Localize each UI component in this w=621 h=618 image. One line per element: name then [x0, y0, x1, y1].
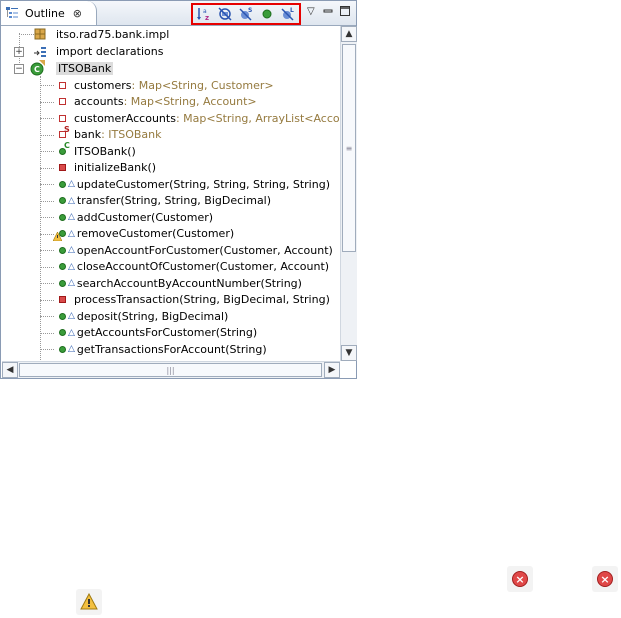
public-method-icon — [54, 242, 70, 258]
private-field-icon — [54, 94, 70, 110]
member-name: closeAccountOfCustomer(Customer, Account… — [76, 260, 330, 273]
public-method-icon — [53, 226, 70, 242]
tree-item-member[interactable]: accounts : Map<String, Account> — [54, 94, 257, 110]
member-name: initializeBank() — [74, 161, 157, 174]
member-name: processTransaction(String, BigDecimal, S… — [74, 293, 330, 306]
svg-text:C: C — [34, 65, 40, 74]
svg-text:z: z — [205, 14, 209, 22]
hide-fields-icon[interactable] — [217, 6, 233, 22]
tree-item-class[interactable]: C ITSOBank — [28, 60, 114, 76]
warning-overlay-icon — [53, 231, 62, 241]
outline-toolbar: a z S L — [191, 3, 301, 25]
outline-icon — [6, 7, 18, 18]
member-name: customerAccounts — [74, 111, 176, 125]
tree-item-member[interactable]: △ getAccountsForCustomer(String) — [54, 325, 257, 341]
member-name: transfer(String, String, BigDecimal) — [76, 194, 272, 207]
member-type: : Map<String, Customer> — [131, 78, 274, 92]
view-titlebar: Outline ⊗ a z S L ▽ — [1, 1, 356, 26]
close-icon[interactable]: ⊗ — [73, 7, 82, 20]
member-name: openAccountForCustomer(Customer, Account… — [76, 243, 333, 257]
hide-non-public-icon[interactable] — [259, 6, 275, 22]
public-method-icon — [54, 325, 70, 341]
tree-item-imports[interactable]: import declarations — [32, 43, 163, 59]
vertical-scroll-thumb[interactable]: ≡ — [342, 44, 356, 252]
private-method-icon — [54, 292, 70, 308]
svg-text:L: L — [290, 7, 294, 14]
outline-view: Outline ⊗ a z S L ▽ itso.rad75.bank.impl… — [0, 0, 357, 379]
tree-item-member[interactable]: △ closeAccountOfCustomer(Customer, Accoun… — [54, 259, 329, 275]
tab-outline[interactable]: Outline ⊗ — [1, 1, 97, 25]
class-icon: C — [30, 60, 45, 76]
public-method-icon — [54, 193, 70, 209]
tab-label: Outline — [25, 6, 65, 20]
public-method-icon — [54, 275, 70, 291]
class-label: ITSOBank — [56, 61, 114, 75]
outline-tree: itso.rad75.bank.impl + import declaratio… — [2, 26, 340, 361]
member-name: getTransactionsForAccount(String) — [76, 342, 267, 356]
member-type: : ITSOBank — [101, 128, 162, 141]
member-name: ITSOBank() — [74, 144, 136, 158]
error-icon: × — [597, 571, 613, 587]
tree-item-member[interactable]: △ updateCustomer(String, String, String, … — [54, 176, 330, 192]
member-name: addCustomer(Customer) — [76, 210, 214, 224]
member-type: : Map<String, Account> — [123, 95, 257, 108]
tree-item-member[interactable]: △ addCustomer(Customer) — [54, 209, 213, 225]
member-name: removeCustomer(Customer) — [76, 227, 235, 240]
tree-item-member[interactable]: customers : Map<String, Customer> — [54, 77, 274, 93]
public-method-icon — [54, 259, 70, 275]
package-label: itso.rad75.bank.impl — [56, 27, 170, 41]
tree-item-member[interactable]: initializeBank() — [54, 160, 156, 176]
public-method-icon — [54, 209, 70, 225]
imports-label: import declarations — [56, 44, 164, 58]
scroll-up-button[interactable]: ▲ — [341, 26, 357, 42]
expand-imports-toggle[interactable]: + — [14, 47, 24, 57]
scroll-left-button[interactable]: ◀ — [2, 362, 18, 378]
public-method-icon — [54, 176, 70, 192]
tree-item-member[interactable]: △ deposit(String, BigDecimal) — [54, 308, 228, 324]
view-menu-icon[interactable]: ▽ — [307, 6, 315, 17]
member-name: bank — [74, 128, 102, 141]
tree-item-member[interactable]: Sbank : ITSOBank — [54, 125, 162, 143]
tree-item-package[interactable]: itso.rad75.bank.impl — [32, 26, 169, 42]
collapse-class-toggle[interactable]: − — [14, 64, 24, 74]
hide-static-icon[interactable]: S — [238, 6, 254, 22]
package-icon — [34, 28, 46, 40]
tree-item-member[interactable]: C ITSOBank() — [54, 141, 136, 159]
scroll-right-button[interactable]: ▶ — [324, 362, 340, 378]
member-name: customers — [74, 78, 132, 92]
member-name: accounts — [74, 95, 124, 108]
tree-item-member[interactable]: processTransaction(String, BigDecimal, S… — [54, 292, 330, 308]
error-icon: × — [512, 571, 528, 587]
horizontal-scrollbar[interactable]: ◀ ||| ▶ — [2, 361, 340, 378]
vertical-scrollbar[interactable]: ▲ ≡ ▼ — [340, 26, 357, 361]
tree-item-member[interactable]: △ getTransactionsForAccount(String) — [54, 341, 267, 357]
member-type: : Map<String, ArrayList<Account>> — [175, 111, 340, 125]
tree-item-member[interactable]: △ searchAccountByAccountNumber(String) — [54, 275, 302, 291]
member-name: updateCustomer(String, String, String, S… — [76, 177, 330, 191]
public-method-icon — [54, 341, 70, 357]
horizontal-scroll-thumb[interactable]: ||| — [19, 363, 322, 377]
private-method-icon — [54, 160, 70, 176]
imports-icon — [34, 47, 46, 57]
tree-item-member[interactable]: △ removeCustomer(Customer) — [53, 226, 235, 242]
sort-alpha-icon[interactable]: a z — [196, 6, 212, 22]
minimize-icon[interactable] — [322, 5, 334, 17]
hide-local-types-icon[interactable]: L — [280, 6, 296, 22]
tree-item-member[interactable]: △ openAccountForCustomer(Customer, Accoun… — [54, 242, 333, 258]
maximize-icon[interactable] — [339, 5, 351, 17]
member-name: deposit(String, BigDecimal) — [76, 309, 229, 323]
public-method-icon — [54, 308, 70, 324]
private-field-icon — [54, 77, 70, 93]
warning-icon — [80, 593, 98, 610]
member-name: searchAccountByAccountNumber(String) — [76, 276, 302, 290]
public-method-icon: C — [54, 141, 70, 159]
member-name: getAccountsForCustomer(String) — [76, 326, 258, 339]
svg-text:S: S — [248, 7, 252, 14]
tree-item-member[interactable]: customerAccounts : Map<String, ArrayList… — [54, 110, 340, 126]
scroll-down-button[interactable]: ▼ — [341, 345, 357, 361]
tree-item-member[interactable]: △ transfer(String, String, BigDecimal) — [54, 193, 271, 209]
